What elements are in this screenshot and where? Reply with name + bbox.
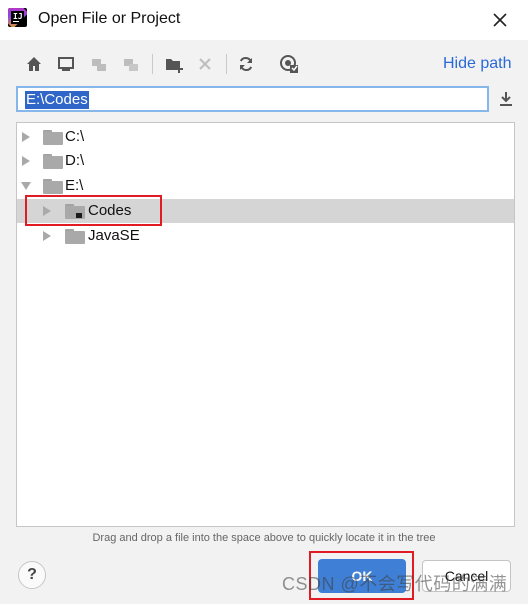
file-tree[interactable]: C:\ D:\ E:\ Codes JavaSE: [16, 122, 515, 527]
project-icon: [92, 59, 106, 71]
collapse-arrow-icon[interactable]: [21, 182, 31, 190]
download-icon: [500, 92, 512, 106]
drive-folder-icon: [43, 154, 63, 169]
app-logo-icon: IJ: [8, 8, 27, 27]
help-button[interactable]: ?: [18, 561, 46, 589]
hide-path-link[interactable]: Hide path: [443, 55, 512, 73]
tree-row-label: E:\: [65, 177, 84, 194]
drive-folder-icon: [43, 130, 63, 145]
tree-row-label: D:\: [65, 152, 85, 169]
tree-row-c-drive[interactable]: C:\: [17, 125, 514, 149]
toolbar-separator: [226, 54, 227, 74]
highlight-box: [25, 195, 162, 226]
title-bar: IJ Open File or Project: [0, 0, 528, 40]
path-input-value: E:\Codes: [25, 91, 89, 109]
window-title: Open File or Project: [38, 10, 181, 27]
expand-arrow-icon[interactable]: [22, 156, 30, 166]
tree-row-d-drive[interactable]: D:\: [17, 149, 514, 173]
project-button[interactable]: [89, 54, 109, 74]
drive-folder-icon: [43, 179, 63, 194]
show-hidden-icon: [280, 55, 298, 73]
toolbar-separator: [152, 54, 153, 74]
home-button[interactable]: [24, 54, 44, 74]
refresh-icon: [239, 57, 253, 71]
new-folder-button[interactable]: [164, 54, 184, 74]
tree-row-javase[interactable]: JavaSE: [17, 224, 514, 248]
tree-row-label: JavaSE: [88, 227, 140, 244]
module-icon: [124, 59, 138, 71]
close-icon: [493, 13, 507, 27]
desktop-icon: [58, 57, 74, 71]
new-folder-icon: [166, 59, 183, 73]
desktop-button[interactable]: [56, 54, 76, 74]
show-hidden-button[interactable]: [279, 54, 299, 74]
folder-icon: [65, 229, 85, 244]
module-button[interactable]: [121, 54, 141, 74]
delete-button[interactable]: [195, 54, 215, 74]
expand-arrow-icon[interactable]: [22, 132, 30, 142]
close-button[interactable]: [484, 6, 516, 34]
drag-drop-hint: Drag and drop a file into the space abov…: [92, 532, 436, 544]
watermark: CSDN @不会写代码的满满: [282, 574, 508, 594]
path-input[interactable]: E:\Codes: [16, 86, 489, 112]
delete-icon: [199, 58, 211, 70]
expand-arrow-icon[interactable]: [43, 231, 51, 241]
refresh-button[interactable]: [236, 54, 256, 74]
tree-row-label: C:\: [65, 128, 85, 145]
home-icon: [27, 57, 41, 71]
download-button[interactable]: [496, 89, 516, 109]
